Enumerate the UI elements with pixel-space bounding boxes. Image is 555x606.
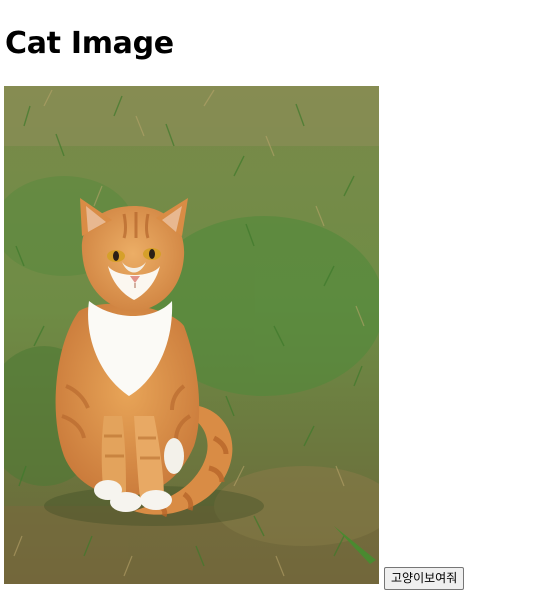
show-cat-button[interactable]: 고양이보여줘 <box>384 567 465 590</box>
cat-photo <box>4 86 379 584</box>
page-title: Cat Image <box>5 26 174 61</box>
